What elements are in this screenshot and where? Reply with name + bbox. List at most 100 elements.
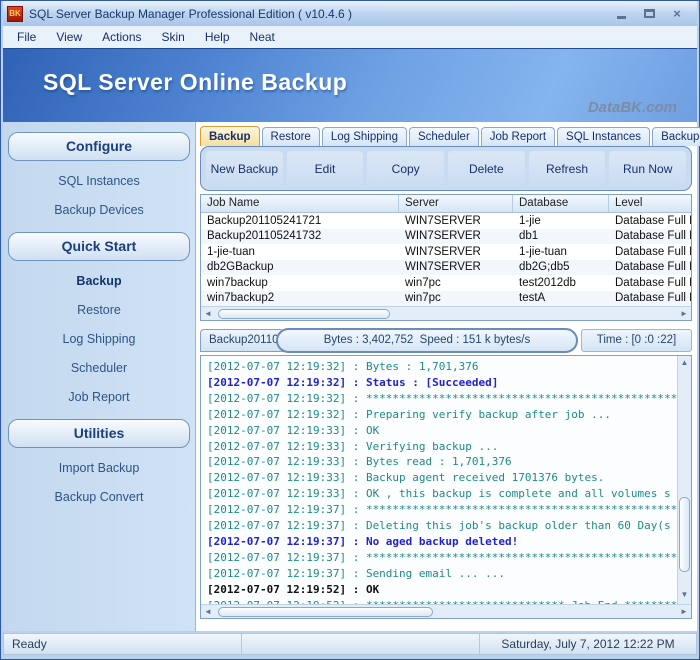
cell-database: test2012db [513, 277, 609, 289]
cell-server: WIN7SERVER [399, 261, 513, 273]
scroll-down-icon[interactable]: ▼ [679, 589, 691, 603]
log-vertical-scrollbar[interactable]: ▲ ▼ [677, 356, 691, 604]
log-output: [2012-07-07 12:19:32] : Bytes : 1,701,37… [201, 356, 677, 604]
menu-bar: File View Actions Skin Help Neat [3, 26, 697, 48]
log-horizontal-scrollbar[interactable]: ◄ ► [201, 604, 691, 618]
app-window: BK SQL Server Backup Manager Professiona… [0, 0, 700, 660]
sidebar-item-import-backup[interactable]: Import Backup [3, 454, 195, 483]
tab-sql-instances[interactable]: SQL Instances [557, 127, 650, 146]
tab-restore[interactable]: Restore [262, 127, 320, 146]
banner-watermark: DataBK.com [588, 99, 677, 116]
sidebar-item-backup-convert[interactable]: Backup Convert [3, 483, 195, 512]
menu-neat[interactable]: Neat [240, 30, 285, 44]
column-header-database[interactable]: Database [513, 195, 609, 212]
content-area: Backup Restore Log Shipping Scheduler Jo… [196, 122, 697, 631]
scroll-right-icon[interactable]: ► [677, 307, 691, 321]
tab-job-report[interactable]: Job Report [481, 127, 555, 146]
log-scrollbar-thumb[interactable] [218, 607, 433, 617]
table-row[interactable]: 1-jie-tuan WIN7SERVER 1-jie-tuan Databas… [201, 244, 691, 260]
log-line: [2012-07-07 12:19:32] : ****************… [207, 391, 677, 407]
app-logo-text: BK [9, 9, 21, 18]
log-line: [2012-07-07 12:19:33] : OK , this backup… [207, 486, 677, 502]
cell-database: 1-jie-tuan [513, 246, 609, 258]
cell-server: WIN7SERVER [399, 215, 513, 227]
cell-level: Database Full Bac [609, 277, 691, 289]
sidebar-header-utilities[interactable]: Utilities [8, 419, 190, 448]
app-logo-icon: BK [7, 6, 23, 22]
log-line: [2012-07-07 12:19:37] : ****************… [207, 502, 677, 518]
progress-strip: Backup201105 Bytes : 3,402,752 Speed : 1… [200, 327, 692, 353]
sidebar-item-sql-instances[interactable]: SQL Instances [3, 167, 195, 196]
column-header-level[interactable]: Level [609, 195, 691, 212]
minimize-icon [617, 16, 626, 19]
cell-server: WIN7SERVER [399, 246, 513, 258]
cell-job-name: Backup201105241721 [201, 215, 399, 227]
title-bar: BK SQL Server Backup Manager Professiona… [3, 1, 697, 26]
bytes-speed-status: Bytes : 3,402,752 Speed : 151 k bytes/s [276, 328, 578, 353]
job-table-header: Job Name Server Database Level [201, 195, 691, 213]
cell-level: Database Full Bac [609, 292, 691, 304]
menu-skin[interactable]: Skin [152, 30, 195, 44]
window-controls: × [613, 6, 685, 21]
tab-strip: Backup Restore Log Shipping Scheduler Jo… [200, 125, 692, 146]
elapsed-time-status: Time : [0 :0 :22] [581, 329, 692, 352]
column-header-server[interactable]: Server [399, 195, 513, 212]
cell-database: testA [513, 292, 609, 304]
table-row[interactable]: win7backup win7pc test2012db Database Fu… [201, 275, 691, 291]
menu-actions[interactable]: Actions [92, 30, 151, 44]
tab-log-shipping[interactable]: Log Shipping [322, 127, 407, 146]
sidebar-item-job-report[interactable]: Job Report [3, 383, 195, 412]
toolbar: New Backup Edit Copy Delete Refresh Run … [200, 146, 692, 191]
log-line: [2012-07-07 12:19:33] : Verifying backup… [207, 439, 677, 455]
cell-database: db1 [513, 230, 609, 242]
tab-scheduler[interactable]: Scheduler [409, 127, 479, 146]
sidebar-item-backup-devices[interactable]: Backup Devices [3, 196, 195, 225]
log-line: [2012-07-07 12:19:33] : Backup agent rec… [207, 470, 677, 486]
log-line: [2012-07-07 12:19:32] : Bytes : 1,701,37… [207, 359, 677, 375]
table-row[interactable]: Backup201105241732 WIN7SERVER db1 Databa… [201, 229, 691, 245]
cell-job-name: win7backup2 [201, 292, 399, 304]
sidebar-header-configure[interactable]: Configure [8, 132, 190, 161]
banner: SQL Server Online Backup DataBK.com [3, 48, 697, 122]
cell-job-name: win7backup [201, 277, 399, 289]
log-line: [2012-07-07 12:19:52] : OK [207, 582, 677, 598]
edit-button[interactable]: Edit [287, 151, 364, 186]
new-backup-button[interactable]: New Backup [206, 151, 283, 186]
close-button[interactable]: × [669, 6, 685, 21]
sidebar-item-backup[interactable]: Backup [3, 267, 195, 296]
menu-view[interactable]: View [46, 30, 92, 44]
column-header-job-name[interactable]: Job Name [201, 195, 399, 212]
menu-file[interactable]: File [7, 30, 46, 44]
scroll-up-icon[interactable]: ▲ [679, 357, 691, 371]
tab-backup[interactable]: Backup [200, 126, 260, 146]
refresh-button[interactable]: Refresh [529, 151, 606, 186]
minimize-button[interactable] [613, 6, 629, 21]
cell-database: db2G;db5 [513, 261, 609, 273]
table-horizontal-scrollbar[interactable]: ◄ ► [201, 306, 691, 320]
maximize-button[interactable] [641, 6, 657, 21]
cell-server: win7pc [399, 277, 513, 289]
scroll-left-icon[interactable]: ◄ [201, 605, 215, 619]
scroll-right-icon[interactable]: ► [677, 605, 691, 619]
table-row[interactable]: Backup201105241721 WIN7SERVER 1-jie Data… [201, 213, 691, 229]
scroll-left-icon[interactable]: ◄ [201, 307, 215, 321]
cell-server: WIN7SERVER [399, 230, 513, 242]
sidebar: Configure SQL Instances Backup Devices Q… [3, 122, 196, 631]
sidebar-item-restore[interactable]: Restore [3, 296, 195, 325]
run-now-button[interactable]: Run Now [609, 151, 686, 186]
status-datetime: Saturday, July 7, 2012 12:22 PM [480, 634, 696, 654]
table-row[interactable]: db2GBackup WIN7SERVER db2G;db5 Database … [201, 260, 691, 276]
table-scrollbar-thumb[interactable] [218, 309, 390, 319]
sidebar-item-log-shipping[interactable]: Log Shipping [3, 325, 195, 354]
delete-button[interactable]: Delete [448, 151, 525, 186]
log-line: [2012-07-07 12:19:37] : No aged backup d… [207, 534, 677, 550]
sidebar-item-scheduler[interactable]: Scheduler [3, 354, 195, 383]
log-line: [2012-07-07 12:19:37] : Sending email ..… [207, 566, 677, 582]
copy-button[interactable]: Copy [367, 151, 444, 186]
menu-help[interactable]: Help [195, 30, 240, 44]
tab-backup-devices[interactable]: Backup Devices [652, 127, 700, 146]
sidebar-header-quick-start[interactable]: Quick Start [8, 232, 190, 261]
running-job-tab[interactable]: Backup201105 [200, 329, 284, 352]
log-vscrollbar-thumb[interactable] [679, 497, 690, 571]
table-row[interactable]: win7backup2 win7pc testA Database Full B… [201, 291, 691, 307]
